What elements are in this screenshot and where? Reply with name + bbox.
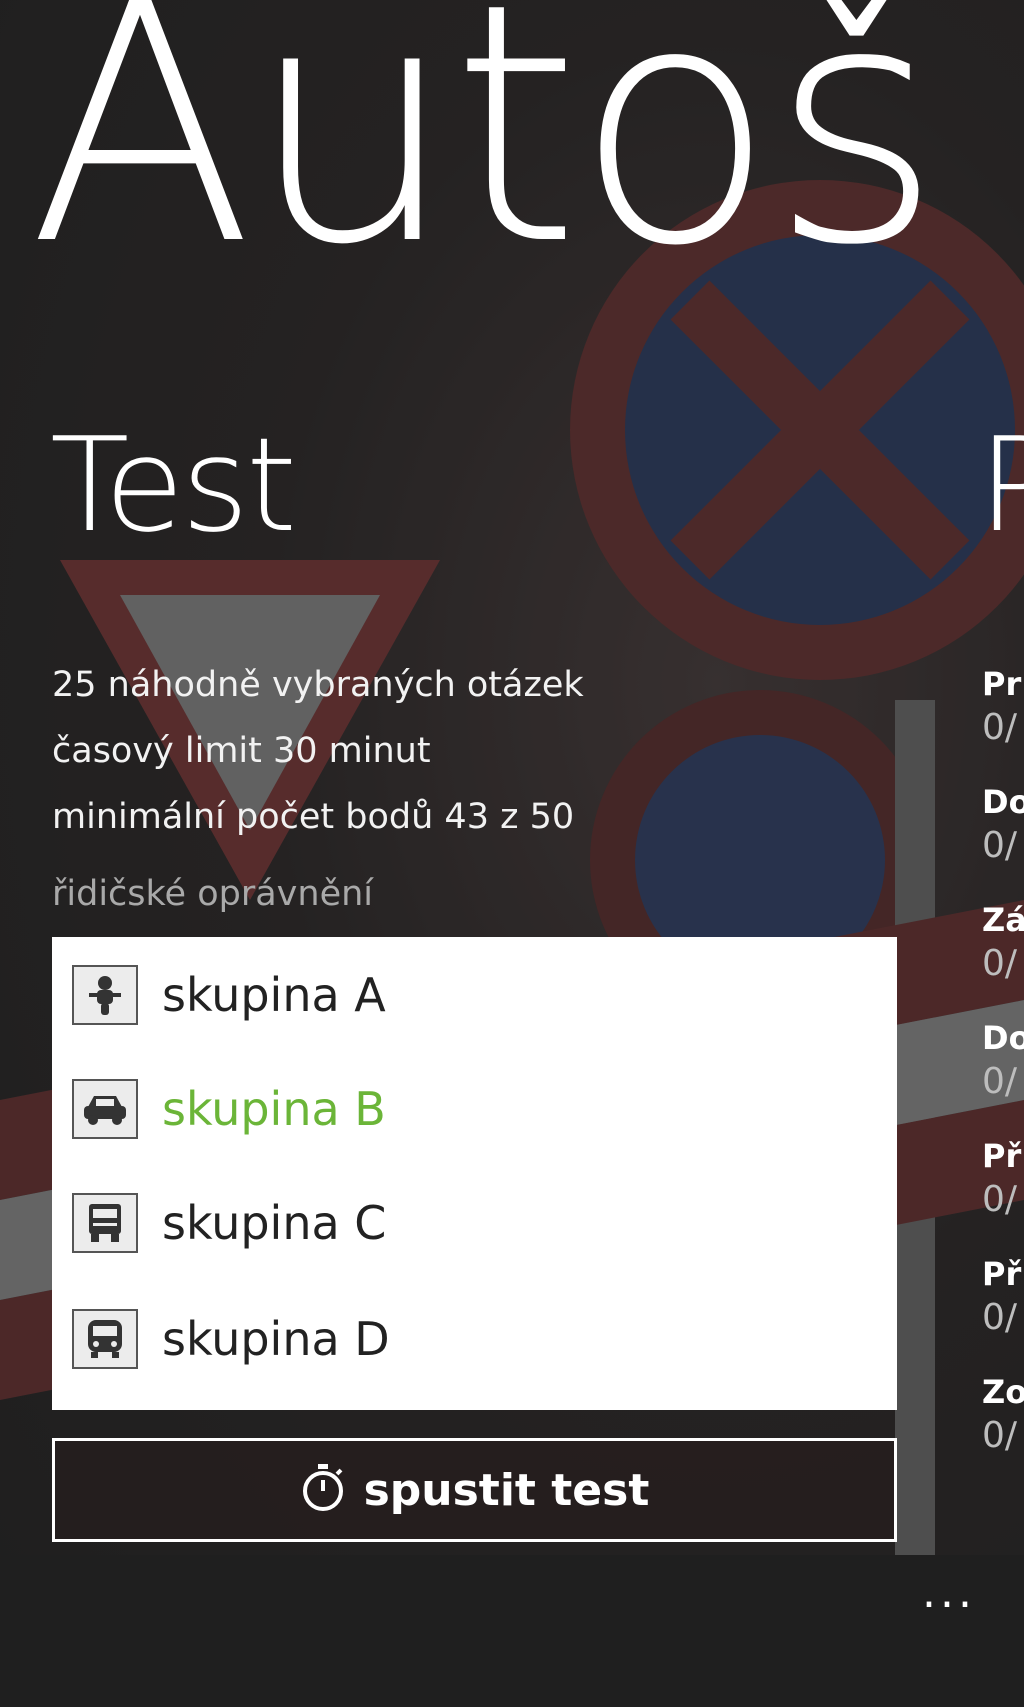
option-label: skupina A [162,968,386,1022]
option-skupina-c[interactable]: skupina C [72,1183,386,1263]
test-info: 25 náhodně vybraných otázek časový limit… [52,652,584,850]
car-icon [72,1079,138,1139]
start-test-label: spustit test [363,1464,650,1516]
option-label: skupina D [162,1312,390,1366]
list-item[interactable]: Pr 0/ [982,665,1024,783]
option-label: skupina C [162,1196,387,1250]
list-item[interactable]: Do 0/ [982,783,1024,901]
option-skupina-a[interactable]: skupina A [72,955,386,1035]
motorcycle-icon [72,965,138,1025]
list-item[interactable]: Př 0/ [982,1255,1024,1373]
pivot-title-test[interactable]: Test [50,420,297,550]
list-item[interactable]: Př 0/ [982,1137,1024,1255]
permission-listbox[interactable]: skupina A skupina B skupina C skupina D [52,937,897,1410]
permission-label: řidičské oprávnění [52,874,374,914]
option-skupina-d[interactable]: skupina D [72,1299,390,1379]
list-item[interactable]: Zá 0/ [982,901,1024,1019]
app-bar: ... [0,1555,1024,1707]
info-time-limit: časový limit 30 minut [52,731,431,771]
next-pivot-peek-list: Pr 0/ Do 0/ Zá 0/ Do 0/ Př 0/ Př 0/ Zo 0… [982,665,1024,1491]
start-test-button[interactable]: spustit test [52,1438,897,1542]
bus-icon [72,1309,138,1369]
option-skupina-b[interactable]: skupina B [72,1069,386,1149]
list-item[interactable]: Do 0/ [982,1019,1024,1137]
info-min-points: minimální počet bodů 43 z 50 [52,797,575,837]
list-item[interactable]: Zo 0/ [982,1373,1024,1491]
truck-icon [72,1193,138,1253]
pivot-title-next[interactable]: P [978,420,1024,550]
option-label: skupina B [162,1082,386,1136]
info-question-count: 25 náhodně vybraných otázek [52,665,584,705]
app-title: Autoš [28,0,942,317]
stopwatch-icon [300,1463,346,1517]
more-options-button[interactable]: ... [922,1567,976,1618]
